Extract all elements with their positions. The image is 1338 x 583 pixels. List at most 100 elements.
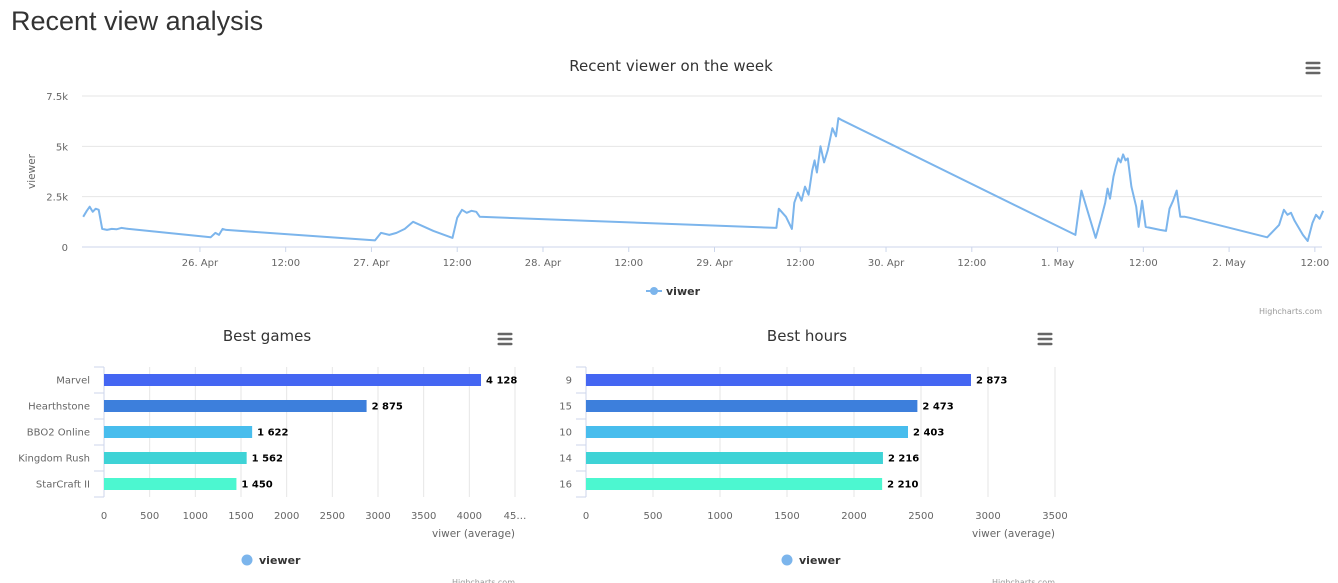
- x-tick-label: 3000: [365, 511, 390, 522]
- bar[interactable]: [104, 426, 253, 438]
- credits-link[interactable]: Highcharts.com: [1259, 307, 1322, 316]
- y-tick-label: 2.5k: [46, 193, 68, 204]
- data-label: 1 562: [252, 454, 283, 465]
- hamburger-menu-icon[interactable]: [1037, 332, 1053, 346]
- legend-marker: [650, 287, 658, 295]
- x-axis-title: viwer (average): [432, 528, 515, 540]
- y-axis-title: viewer: [26, 153, 38, 189]
- x-tick-label: 500: [643, 511, 662, 522]
- x-tick-label: 1500: [774, 511, 799, 522]
- x-tick-label: 12:00: [1129, 258, 1158, 269]
- y-tick-label: 5k: [56, 142, 68, 153]
- x-tick-label: 12:00: [443, 258, 472, 269]
- line-chart-recent-viewer: Recent viewer on the week 0 2.5k 5k 7.5k view…: [0, 44, 1338, 320]
- x-tick-label: 2500: [320, 511, 345, 522]
- bar[interactable]: [104, 452, 247, 464]
- x-tick-label: 1. May: [1041, 258, 1074, 269]
- category-label: 15: [559, 402, 572, 413]
- x-tick-label: 29. Apr: [696, 258, 733, 269]
- category-label: 9: [566, 376, 572, 387]
- legend-label: viewer: [259, 554, 301, 567]
- x-tick-label: 12:00: [271, 258, 300, 269]
- x-tick-label: 28. Apr: [525, 258, 562, 269]
- y-tick-label: 7.5k: [46, 92, 68, 103]
- x-tick-label: 3500: [1042, 511, 1067, 522]
- legend-label: viewer: [799, 554, 841, 567]
- credits-link[interactable]: Highcharts.com: [992, 578, 1055, 583]
- bar[interactable]: [586, 452, 883, 464]
- data-label: 2 873: [976, 376, 1007, 387]
- series-line-viwer: [82, 117, 1325, 242]
- bar[interactable]: [586, 426, 909, 438]
- page-title: Recent view analysis: [11, 6, 264, 36]
- data-label: 2 216: [888, 454, 919, 465]
- x-tick-label: 3000: [975, 511, 1000, 522]
- x-tick-label: 2500: [908, 511, 933, 522]
- credits-link[interactable]: Highcharts.com: [452, 578, 515, 583]
- x-tick-label: 1000: [183, 511, 208, 522]
- bar-chart-best-games: Best games 0 500 1000 1500 2000 2500 3000 3500 40…: [0, 318, 530, 583]
- data-label: 2 473: [922, 402, 953, 413]
- legend-item-viewer[interactable]: viewer: [241, 554, 302, 567]
- legend-label: viwer: [666, 285, 701, 298]
- x-tick-label: 2. May: [1212, 258, 1245, 269]
- legend-item-viwer[interactable]: viwer: [646, 285, 701, 298]
- bar-chart-best-hours: Best hours 0 500 1000 1500 2000 2500 3000 3500 9 2…: [540, 318, 1070, 583]
- x-tick-label: 2000: [841, 511, 866, 522]
- x-tick-label: 0: [583, 511, 589, 522]
- x-tick-label: 1000: [707, 511, 732, 522]
- data-label: 2 875: [372, 402, 403, 413]
- menu-icon-line: [497, 337, 513, 341]
- menu-icon-line: [497, 332, 513, 336]
- x-axis-title: viwer (average): [972, 528, 1055, 540]
- menu-icon-line: [1037, 332, 1053, 336]
- bar[interactable]: [586, 374, 971, 386]
- bar[interactable]: [104, 400, 367, 412]
- y-tick-label: 0: [62, 243, 68, 254]
- x-tick-label: 45…: [504, 511, 527, 522]
- bar-chart-games-svg: Best games 0 500 1000 1500 2000 2500 3000 3500 40…: [18, 327, 527, 583]
- data-label: 2 210: [887, 480, 918, 491]
- category-label: Hearthstone: [28, 402, 90, 413]
- x-tick-label: 12:00: [1300, 258, 1329, 269]
- data-label: 1 622: [257, 428, 288, 439]
- x-tick-label: 27. Apr: [353, 258, 390, 269]
- category-label: 10: [559, 428, 572, 439]
- x-tick-label: 500: [140, 511, 159, 522]
- x-tick-label: 26. Apr: [182, 258, 219, 269]
- hamburger-menu-icon[interactable]: [497, 332, 513, 346]
- x-tick-label: 3500: [411, 511, 436, 522]
- x-tick-label: 4000: [457, 511, 482, 522]
- category-label: Kingdom Rush: [18, 454, 90, 465]
- bar[interactable]: [586, 400, 918, 412]
- x-tick-label: 0: [101, 511, 107, 522]
- category-label: StarCraft II: [36, 480, 90, 491]
- legend-marker: [241, 554, 253, 566]
- category-label: 16: [559, 480, 572, 491]
- x-tick-label: 12:00: [614, 258, 643, 269]
- bar[interactable]: [104, 374, 482, 386]
- hamburger-menu-icon[interactable]: [1305, 61, 1321, 75]
- chart-title: Best hours: [767, 327, 847, 345]
- category-label: 14: [559, 454, 572, 465]
- menu-icon-line: [1305, 61, 1321, 65]
- line-chart-svg: Recent viewer on the week 0 2.5k 5k 7.5k view…: [26, 57, 1329, 316]
- x-tick-label: 12:00: [957, 258, 986, 269]
- x-tick-label: 30. Apr: [868, 258, 905, 269]
- legend-item-viewer[interactable]: viewer: [781, 554, 842, 567]
- data-label: 4 128: [486, 376, 517, 387]
- category-label: BBO2 Online: [27, 428, 90, 439]
- menu-icon-line: [497, 342, 513, 346]
- x-tick-label: 2000: [274, 511, 299, 522]
- data-label: 1 450: [241, 480, 272, 491]
- menu-icon-line: [1037, 342, 1053, 346]
- chart-title: Best games: [223, 327, 312, 345]
- menu-icon-line: [1305, 71, 1321, 75]
- x-tick-label: 12:00: [786, 258, 815, 269]
- bar[interactable]: [104, 478, 237, 490]
- legend-marker: [781, 554, 793, 566]
- bar[interactable]: [586, 478, 883, 490]
- data-label: 2 403: [913, 428, 944, 439]
- x-tick-label: 1500: [228, 511, 253, 522]
- menu-icon-line: [1305, 66, 1321, 70]
